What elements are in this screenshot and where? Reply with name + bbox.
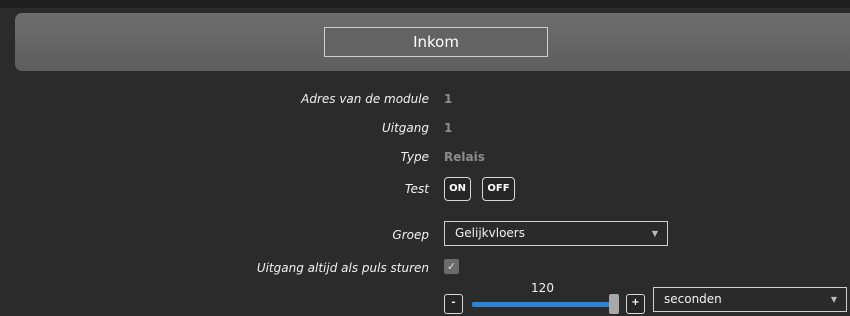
duration-slider-track[interactable] [472, 302, 614, 307]
output-value: 1 [444, 121, 453, 135]
header-bar: Inkom [15, 13, 850, 71]
group-dropdown[interactable]: Gelijkvloers ▼ [444, 221, 668, 246]
test-off-button[interactable]: OFF [482, 177, 515, 201]
group-label: Groep [392, 228, 429, 242]
unit-dropdown[interactable]: seconden ▼ [653, 287, 847, 312]
check-icon: ✓ [446, 260, 457, 273]
page-title: Inkom [324, 27, 548, 57]
test-label: Test [404, 182, 429, 196]
output-label: Uitgang [381, 121, 429, 135]
module-address-value: 1 [444, 92, 453, 106]
duration-slider-thumb[interactable] [609, 294, 619, 314]
chevron-down-icon: ▼ [830, 295, 837, 304]
pulse-label: Uitgang altijd als puls sturen [256, 261, 429, 275]
increment-button[interactable]: + [626, 294, 645, 314]
type-label: Type [400, 150, 429, 164]
chevron-down-icon: ▼ [651, 229, 658, 238]
decrement-button[interactable]: - [444, 294, 463, 314]
group-dropdown-value: Gelijkvloers [455, 226, 525, 240]
module-address-label: Adres van de module [301, 92, 429, 106]
window-top-strip [0, 0, 850, 8]
duration-value: 120 [531, 281, 554, 295]
type-value: Relais [444, 150, 485, 164]
test-on-button[interactable]: ON [444, 177, 471, 201]
unit-dropdown-value: seconden [664, 292, 722, 306]
pulse-checkbox[interactable]: ✓ [444, 259, 459, 274]
